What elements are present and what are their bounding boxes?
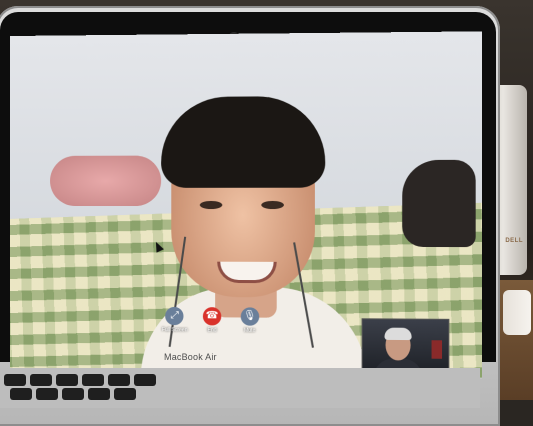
self-view-video[interactable] xyxy=(361,318,450,375)
key xyxy=(82,374,104,386)
key xyxy=(4,374,26,386)
speaker-brand-label: DELL xyxy=(505,238,523,244)
key xyxy=(108,374,130,386)
full-screen-label: Full Screen xyxy=(161,327,188,334)
key xyxy=(134,374,156,386)
microphone-icon: 🎙 xyxy=(240,307,259,326)
key xyxy=(10,388,32,400)
key xyxy=(56,374,78,386)
key xyxy=(62,388,84,400)
mute-button[interactable]: 🎙 Mute xyxy=(236,307,263,334)
expand-icon: ⤢ xyxy=(165,306,184,326)
remote-participant-eye xyxy=(261,200,284,210)
cup xyxy=(503,290,531,335)
key xyxy=(30,374,52,386)
remote-video-object xyxy=(402,159,476,248)
remote-participant-eye xyxy=(199,200,223,210)
end-call-label: End xyxy=(207,327,217,334)
full-screen-button[interactable]: ⤢ Full Screen xyxy=(161,306,188,334)
laptop-brand-label: MacBook Air xyxy=(164,352,217,362)
remote-video-pillow xyxy=(50,155,162,207)
key xyxy=(36,388,58,400)
self-view-hair xyxy=(384,327,412,341)
keyboard-keys xyxy=(0,372,240,400)
end-call-button[interactable]: ☎ End xyxy=(198,307,225,334)
call-controls: ⤢ Full Screen ☎ End 🎙 Mute xyxy=(161,306,263,348)
video-call-screen: ⤢ Full Screen ☎ End 🎙 Mute xyxy=(10,31,482,379)
end-call-icon: ☎ xyxy=(202,307,222,326)
key xyxy=(114,388,136,400)
key xyxy=(88,388,110,400)
laptop: ⤢ Full Screen ☎ End 🎙 Mute MacBook Air xyxy=(0,6,500,426)
mute-label: Mute xyxy=(243,327,256,334)
self-view-background-object xyxy=(431,340,443,359)
